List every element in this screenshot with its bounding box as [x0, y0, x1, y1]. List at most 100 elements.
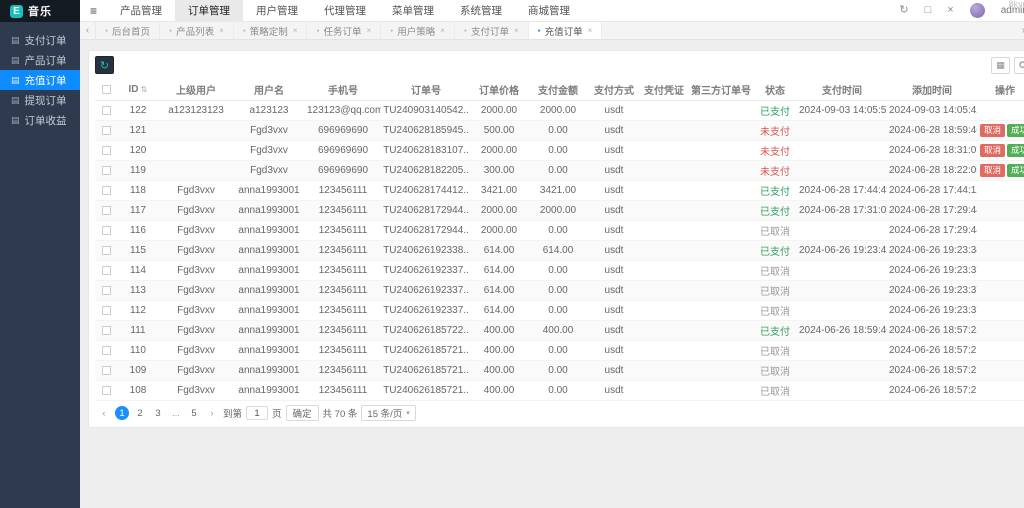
nav-agent[interactable]: 代理管理	[311, 0, 379, 21]
tab-dot-icon: ●	[464, 28, 467, 34]
fullscreen-icon[interactable]: □	[925, 5, 932, 16]
mark-success-button[interactable]: 成功	[1007, 124, 1024, 136]
cell-phone: 696969690	[305, 161, 381, 181]
mark-success-button[interactable]: 成功	[1007, 144, 1024, 156]
cell-phone: 123456111	[305, 381, 381, 401]
row-checkbox[interactable]	[102, 126, 111, 135]
nav-product[interactable]: 产品管理	[107, 0, 175, 21]
sidebar-item-order-earnings[interactable]: ▤订单收益	[0, 110, 80, 130]
sidebar-item-recharge-orders[interactable]: ▤充值订单	[0, 70, 80, 90]
row-checkbox[interactable]	[102, 306, 111, 315]
tab-close-icon[interactable]: ×	[219, 26, 224, 35]
refresh-icon[interactable]: ↻	[899, 5, 908, 16]
row-checkbox[interactable]	[102, 266, 111, 275]
table-panel: ↻ ▦ ID ⇅上级用户用户名手机号订单号订单价格支付金额支付方式支付凭证第三方…	[88, 50, 1024, 428]
cell-price: 2000.00	[471, 201, 527, 221]
tab-用户策略[interactable]: ●用户策略×	[381, 22, 455, 39]
row-checkbox[interactable]	[102, 186, 111, 195]
row-checkbox[interactable]	[102, 226, 111, 235]
row-checkbox[interactable]	[102, 366, 111, 375]
per-page-select[interactable]: 15 条/页▾	[361, 405, 415, 421]
cell-pay_time	[797, 361, 887, 381]
page-1[interactable]: 1	[115, 406, 129, 420]
table-refresh-button[interactable]: ↻	[95, 56, 114, 74]
page-2[interactable]: 2	[133, 406, 147, 420]
row-checkbox[interactable]	[102, 246, 111, 255]
avatar[interactable]	[970, 3, 985, 18]
select-all-checkbox[interactable]	[102, 85, 111, 94]
col-header-op: 操作	[977, 79, 1024, 101]
sidebar-item-withdraw-orders[interactable]: ▤提现订单	[0, 90, 80, 110]
close-icon[interactable]: ×	[947, 5, 953, 16]
col-header-id[interactable]: ID ⇅	[117, 79, 159, 101]
row-checkbox[interactable]	[102, 206, 111, 215]
row-checkbox[interactable]	[102, 386, 111, 395]
cell-order_no: TU240628183107..	[381, 141, 471, 161]
cancel-order-button[interactable]: 取消	[980, 164, 1005, 176]
tab-产品列表[interactable]: ●产品列表×	[160, 22, 234, 39]
tab-策略定制[interactable]: ●策略定制×	[234, 22, 308, 39]
tab-后台首页[interactable]: ●后台首页	[96, 22, 160, 39]
page-ellipsis: ...	[169, 406, 183, 420]
nav-menu[interactable]: 菜单管理	[379, 0, 447, 21]
status-badge: 已取消	[760, 307, 790, 318]
cell-id: 109	[117, 361, 159, 381]
row-checkbox[interactable]	[102, 106, 111, 115]
search-toggle-button[interactable]	[1014, 57, 1024, 74]
cell-actions	[977, 381, 1024, 401]
cell-username: anna1993001	[233, 361, 305, 381]
cell-parent: Fgd3vxv	[159, 201, 233, 221]
col-header-id-label: ID	[129, 84, 139, 95]
col-header-username-label: 用户名	[254, 86, 284, 97]
cancel-order-button[interactable]: 取消	[980, 144, 1005, 156]
tabs-scroll-right-icon[interactable]: ›	[1016, 22, 1024, 39]
cell-username: anna1993001	[233, 321, 305, 341]
cell-pay_time	[797, 121, 887, 141]
tab-close-icon[interactable]: ×	[514, 26, 519, 35]
page-5[interactable]: 5	[187, 406, 201, 420]
tabs-scroll-left-icon[interactable]: ‹	[80, 22, 96, 39]
jump-page-input[interactable]	[246, 406, 268, 420]
sort-icon[interactable]: ⇅	[139, 85, 148, 94]
cell-third_no	[689, 161, 753, 181]
nav-order[interactable]: 订单管理	[175, 0, 243, 21]
mark-success-button[interactable]: 成功	[1007, 164, 1024, 176]
tab-close-icon[interactable]: ×	[293, 26, 298, 35]
sidebar-item-product-orders[interactable]: ▤产品订单	[0, 50, 80, 70]
page-3[interactable]: 3	[151, 406, 165, 420]
tab-close-icon[interactable]: ×	[367, 26, 372, 35]
nav-system[interactable]: 系统管理	[447, 0, 515, 21]
page-prev-icon[interactable]: ‹	[97, 406, 111, 420]
page-next-icon[interactable]: ›	[205, 406, 219, 420]
sidebar-menu: ▤支付订单▤产品订单▤充值订单▤提现订单▤订单收益	[0, 30, 80, 130]
tab-支付订单[interactable]: ●支付订单×	[455, 22, 529, 39]
row-checkbox[interactable]	[102, 146, 111, 155]
jump-confirm-button[interactable]: 确定	[286, 405, 319, 421]
row-checkbox[interactable]	[102, 286, 111, 295]
tab-充值订单[interactable]: ●充值订单×	[529, 22, 603, 39]
sidebar-item-pay-orders[interactable]: ▤支付订单	[0, 30, 80, 50]
tab-close-icon[interactable]: ×	[440, 26, 445, 35]
status-badge: 已支付	[760, 107, 790, 118]
row-checkbox[interactable]	[102, 166, 111, 175]
cell-parent: Fgd3vxv	[159, 321, 233, 341]
nav-toggle[interactable]: ≡	[80, 0, 107, 21]
table-row: 122a123123123a123123123123@qq.comTU24090…	[95, 101, 1024, 121]
cell-phone: 123456111	[305, 261, 381, 281]
row-select-cell	[95, 241, 117, 261]
cell-method: usdt	[589, 261, 639, 281]
columns-toggle-button[interactable]: ▦	[991, 57, 1010, 74]
cancel-order-button[interactable]: 取消	[980, 124, 1005, 136]
cell-pay_time	[797, 141, 887, 161]
status-badge: 已取消	[760, 387, 790, 398]
cell-voucher	[639, 281, 689, 301]
cell-price: 400.00	[471, 321, 527, 341]
nav-mall[interactable]: 商城管理	[515, 0, 583, 21]
tab-任务订单[interactable]: ●任务订单×	[307, 22, 381, 39]
admin-dropdown[interactable]: admin ▾	[1001, 5, 1024, 16]
row-checkbox[interactable]	[102, 346, 111, 355]
tab-close-icon[interactable]: ×	[588, 26, 593, 35]
row-checkbox[interactable]	[102, 326, 111, 335]
nav-user[interactable]: 用户管理	[243, 0, 311, 21]
cell-voucher	[639, 381, 689, 401]
